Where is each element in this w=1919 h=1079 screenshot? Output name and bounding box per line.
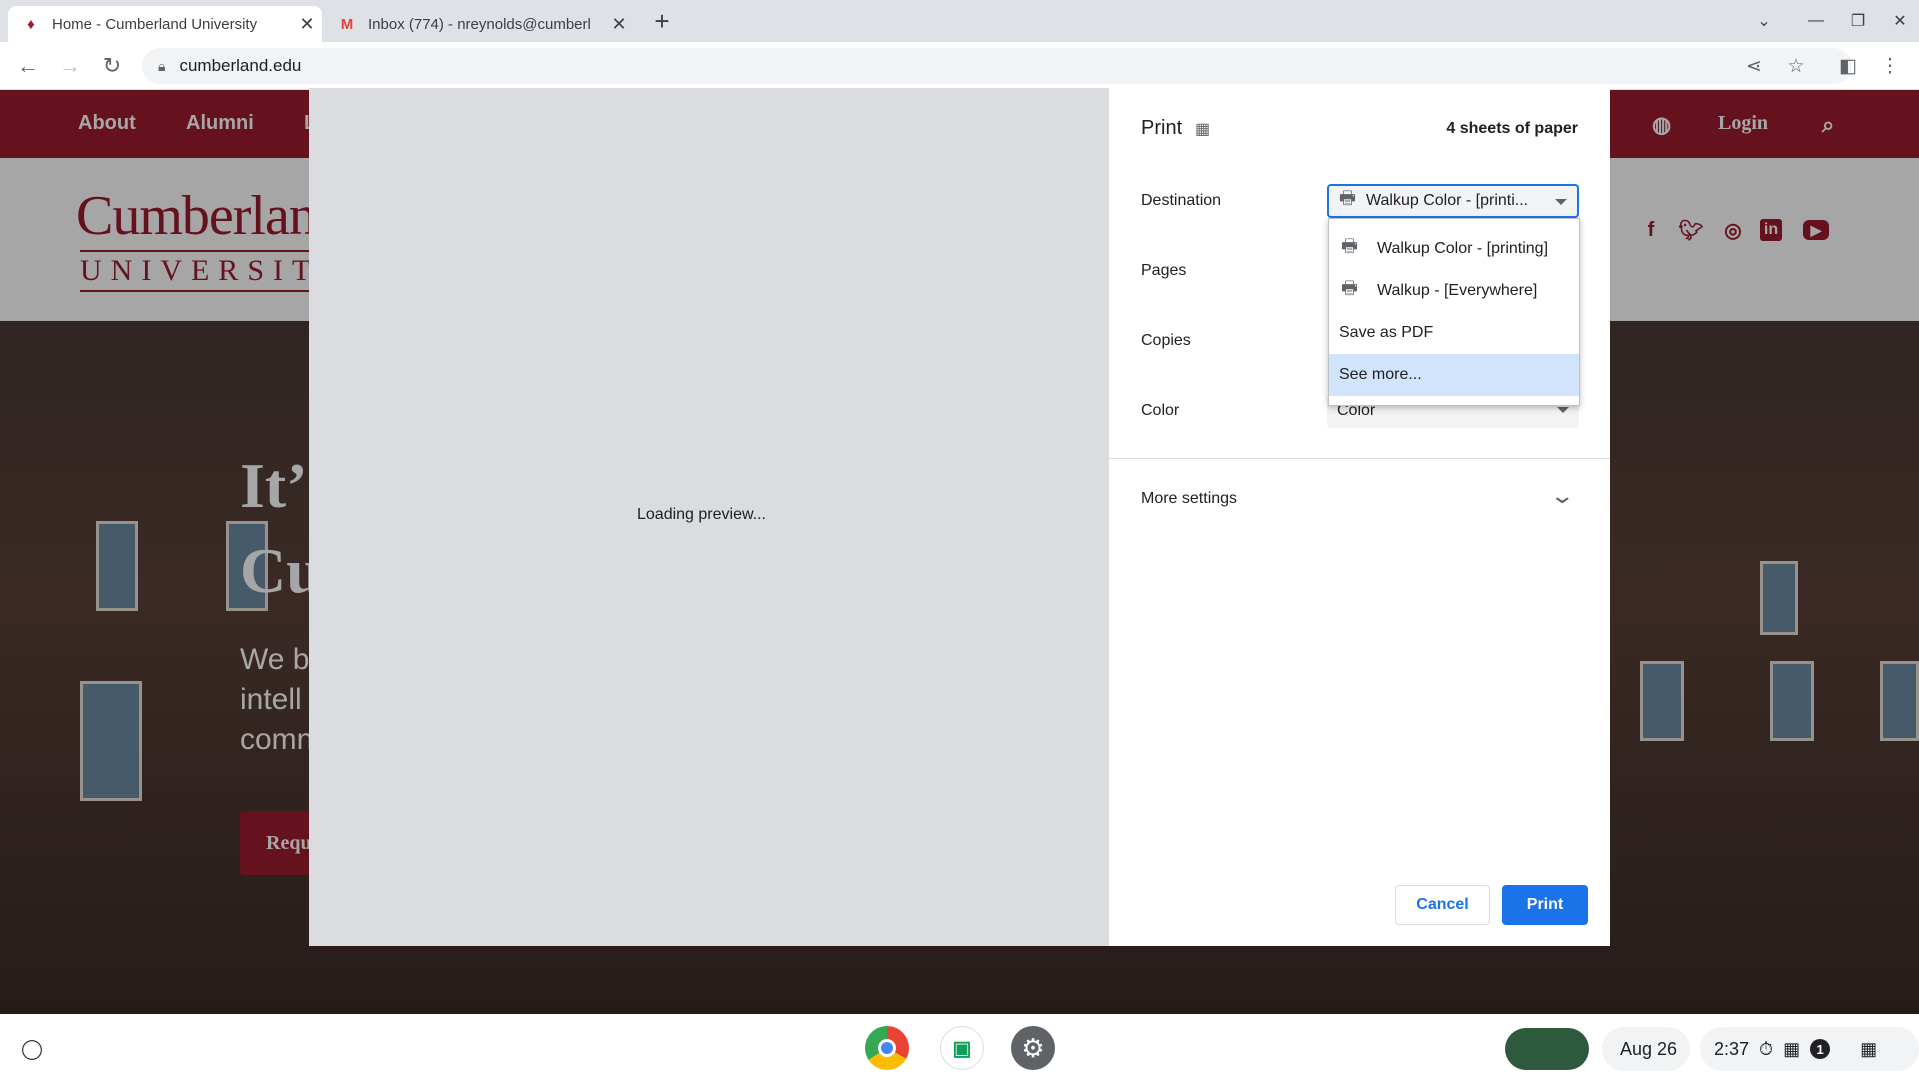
chrome-icon[interactable] [865, 1026, 909, 1070]
copies-label: Copies [1141, 332, 1191, 349]
holding-space-icon[interactable] [1505, 1028, 1589, 1070]
restore-icon[interactable]: ❐ [1844, 8, 1872, 34]
date-pill[interactable]: Aug 26 [1602, 1027, 1690, 1071]
bookmark-star-icon[interactable]: ☆ [1784, 54, 1808, 78]
time-text: 2:37 [1714, 1038, 1750, 1059]
cancel-button[interactable]: Cancel [1395, 885, 1490, 925]
timer-icon: ⏱ [1759, 1038, 1774, 1059]
enterprise-icon: ▦ [1783, 1038, 1801, 1059]
destination-dropdown: 🖶 Walkup Color - [printing] 🖶 Walkup - [… [1328, 218, 1580, 406]
new-tab-button[interactable]: + [648, 6, 676, 36]
destination-select[interactable]: 🖶 Walkup Color - [printi... [1327, 184, 1579, 218]
option-label: See more... [1339, 366, 1422, 383]
minimize-icon[interactable]: — [1802, 8, 1830, 34]
printer-icon: 🖶 [1341, 236, 1358, 256]
cumberland-favicon: ♦ [27, 15, 35, 33]
more-settings-toggle[interactable]: More settings ⌄ [1109, 473, 1610, 523]
chevron-down-icon [1557, 407, 1569, 413]
reload-icon[interactable]: ↻ [96, 50, 128, 82]
menu-kebab-icon[interactable]: ⋮ [1878, 54, 1902, 78]
url-text: cumberland.edu [179, 56, 302, 75]
print-button[interactable]: Print [1502, 885, 1588, 925]
gmail-icon: M [340, 15, 354, 33]
printer-icon: 🖶 [1339, 188, 1356, 208]
classroom-app-icon[interactable]: ▣ [940, 1026, 984, 1070]
date-text: Aug 26 [1620, 1038, 1678, 1059]
side-panel-icon[interactable]: ◧ [1836, 54, 1860, 78]
more-settings-label: More settings [1141, 490, 1238, 507]
option-label: Save as PDF [1339, 324, 1434, 341]
tab-search-icon[interactable]: ⌄ [1750, 8, 1778, 34]
enterprise-icon: ▦ [1195, 121, 1211, 138]
print-title: Print [1141, 117, 1183, 139]
system-shelf: ▣ ⚙ Aug 26 2:37 ⏱ ▦ 1 ▦ [0, 1014, 1919, 1079]
color-label: Color [1141, 402, 1180, 419]
dropdown-option-walkup-everywhere[interactable]: 🖶 Walkup - [Everywhere] [1329, 270, 1579, 312]
dropdown-option-save-pdf[interactable]: Save as PDF [1329, 312, 1579, 354]
sheet-count: 4 sheets of paper [1446, 120, 1578, 137]
chevron-down-icon [1555, 199, 1567, 205]
launcher-icon[interactable] [22, 1040, 42, 1060]
tab-gmail[interactable]: M Inbox (774) - nreynolds@cumberl ✕ [324, 6, 634, 42]
loading-preview-text: Loading preview... [637, 506, 766, 523]
destination-value: Walkup Color - [printi... [1366, 192, 1529, 209]
back-icon[interactable]: ← [12, 50, 44, 82]
dropdown-option-walkup-color[interactable]: 🖶 Walkup Color - [printing] [1329, 228, 1579, 270]
print-preview-area: Loading preview... [309, 88, 1109, 946]
close-tab-icon[interactable]: ✕ [292, 14, 322, 35]
browser-toolbar: ← → ↻ 🔒︎ cumberland.edu ⋖ ☆ ◧ ⋮ [0, 42, 1919, 90]
expand-chevron-icon: ⌄ [1549, 483, 1576, 508]
destination-label: Destination [1141, 192, 1222, 209]
printer-icon: 🖶 [1341, 278, 1358, 298]
tab-cumberland[interactable]: ♦ Home - Cumberland University ✕ [8, 6, 322, 42]
option-label: Walkup Color - [printing] [1377, 240, 1549, 257]
forward-icon[interactable]: → [54, 50, 86, 82]
print-settings-panel: Print ▦ 4 sheets of paper Destination 🖶 … [1109, 88, 1610, 946]
notification-badge: 1 [1810, 1039, 1831, 1059]
divider [1109, 458, 1610, 459]
tab-title: Inbox (774) - nreynolds@cumberl [368, 15, 591, 33]
pages-label: Pages [1141, 262, 1187, 279]
settings-gear-icon[interactable]: ⚙ [1011, 1026, 1055, 1070]
close-tab-icon[interactable]: ✕ [604, 14, 634, 35]
tab-title: Home - Cumberland University [52, 15, 258, 33]
status-tray[interactable]: 2:37 ⏱ ▦ 1 ▦ [1700, 1027, 1919, 1071]
managed-icon: ▦ [1860, 1038, 1878, 1059]
dropdown-option-see-more[interactable]: See more... [1329, 354, 1579, 396]
close-window-icon[interactable]: ✕ [1886, 8, 1914, 34]
address-bar[interactable]: 🔒︎ cumberland.edu [142, 48, 1852, 84]
lock-icon: 🔒︎ [158, 57, 166, 74]
tab-strip: ♦ Home - Cumberland University ✕ M Inbox… [0, 0, 1919, 42]
share-icon[interactable]: ⋖ [1742, 54, 1766, 78]
option-label: Walkup - [Everywhere] [1377, 282, 1538, 299]
